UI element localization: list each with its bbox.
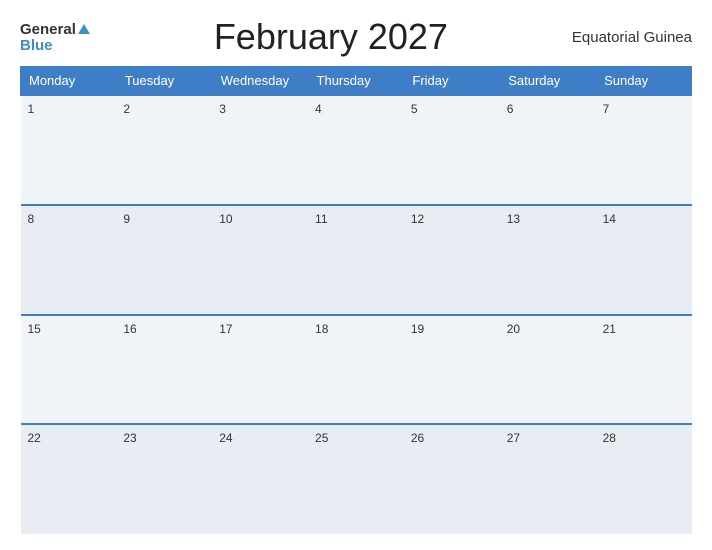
day-number: 25	[315, 431, 328, 445]
weekday-header: Thursday	[308, 67, 404, 96]
weekday-header: Wednesday	[212, 67, 308, 96]
weekday-header: Saturday	[500, 67, 596, 96]
day-number: 22	[28, 431, 41, 445]
calendar-day-cell: 27	[500, 424, 596, 534]
day-number: 20	[507, 322, 520, 336]
day-number: 24	[219, 431, 232, 445]
day-number: 3	[219, 102, 226, 116]
calendar-day-cell: 24	[212, 424, 308, 534]
day-number: 5	[411, 102, 418, 116]
calendar-day-cell: 10	[212, 205, 308, 315]
calendar-day-cell: 5	[404, 95, 500, 205]
calendar-day-cell: 8	[21, 205, 117, 315]
calendar-day-cell: 28	[596, 424, 692, 534]
day-number: 15	[28, 322, 41, 336]
logo-blue-text: Blue	[20, 38, 90, 53]
day-number: 2	[123, 102, 130, 116]
calendar-week-row: 1 2 3 4 5 6 7	[21, 95, 692, 205]
day-number: 14	[603, 212, 616, 226]
month-title: February 2027	[214, 16, 448, 58]
day-number: 6	[507, 102, 514, 116]
day-number: 13	[507, 212, 520, 226]
calendar-day-cell: 12	[404, 205, 500, 315]
calendar-week-row: 8 9 10 11 12 13 14	[21, 205, 692, 315]
day-number: 10	[219, 212, 232, 226]
calendar-header-row: MondayTuesdayWednesdayThursdayFridaySatu…	[21, 67, 692, 96]
day-number: 8	[28, 212, 35, 226]
calendar-day-cell: 25	[308, 424, 404, 534]
weekday-header: Tuesday	[116, 67, 212, 96]
calendar-week-row: 22 23 24 25 26 27 28	[21, 424, 692, 534]
calendar-day-cell: 15	[21, 315, 117, 425]
day-number: 27	[507, 431, 520, 445]
day-number: 21	[603, 322, 616, 336]
day-number: 9	[123, 212, 130, 226]
calendar-day-cell: 18	[308, 315, 404, 425]
weekday-header: Monday	[21, 67, 117, 96]
day-number: 11	[315, 212, 327, 226]
calendar-day-cell: 14	[596, 205, 692, 315]
day-number: 23	[123, 431, 136, 445]
day-number: 4	[315, 102, 322, 116]
calendar-day-cell: 17	[212, 315, 308, 425]
calendar-day-cell: 20	[500, 315, 596, 425]
day-number: 1	[28, 102, 35, 116]
calendar-day-cell: 6	[500, 95, 596, 205]
weekday-header: Friday	[404, 67, 500, 96]
calendar-day-cell: 19	[404, 315, 500, 425]
calendar-day-cell: 21	[596, 315, 692, 425]
calendar-day-cell: 26	[404, 424, 500, 534]
calendar-day-cell: 4	[308, 95, 404, 205]
calendar-day-cell: 11	[308, 205, 404, 315]
logo: General Blue	[20, 22, 90, 53]
calendar-day-cell: 7	[596, 95, 692, 205]
calendar-day-cell: 13	[500, 205, 596, 315]
day-number: 28	[603, 431, 616, 445]
calendar-day-cell: 22	[21, 424, 117, 534]
calendar-day-cell: 9	[116, 205, 212, 315]
day-number: 18	[315, 322, 328, 336]
calendar-day-cell: 1	[21, 95, 117, 205]
calendar-day-cell: 2	[116, 95, 212, 205]
calendar-day-cell: 23	[116, 424, 212, 534]
day-number: 16	[123, 322, 136, 336]
calendar-body: 1234567891011121314151617181920212223242…	[21, 95, 692, 534]
logo-general-text: General	[20, 22, 90, 38]
calendar-week-row: 15 16 17 18 19 20 21	[21, 315, 692, 425]
calendar-day-cell: 16	[116, 315, 212, 425]
calendar-header: General Blue February 2027 Equatorial Gu…	[20, 16, 692, 58]
day-number: 26	[411, 431, 424, 445]
day-number: 19	[411, 322, 424, 336]
calendar-day-cell: 3	[212, 95, 308, 205]
day-number: 12	[411, 212, 424, 226]
calendar-table: MondayTuesdayWednesdayThursdayFridaySatu…	[20, 66, 692, 534]
day-number: 7	[603, 102, 610, 116]
weekday-header: Sunday	[596, 67, 692, 96]
day-number: 17	[219, 322, 232, 336]
country-label: Equatorial Guinea	[572, 29, 692, 46]
